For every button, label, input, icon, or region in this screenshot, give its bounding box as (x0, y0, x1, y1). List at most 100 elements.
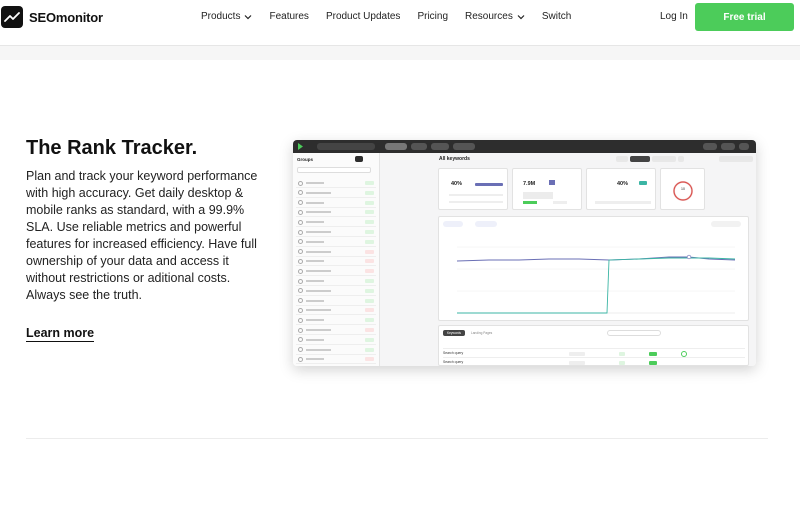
top-navigation: SEOmonitor Products Features Product Upd… (0, 0, 800, 46)
group-name-placeholder (306, 357, 365, 361)
app-top-bar (293, 140, 756, 153)
group-badge (365, 298, 374, 303)
menu-item-pricing[interactable]: Pricing (417, 11, 448, 22)
group-badge (365, 318, 374, 323)
metric-card-opportunity: 10 (660, 168, 705, 210)
keywords-table: Keywords Landing Pages Search query Sear… (438, 325, 749, 366)
sidebar-group-row (296, 277, 376, 286)
menu-item-product-updates[interactable]: Product Updates (326, 11, 401, 22)
metric-value: 7.9M (523, 181, 536, 187)
group-badge (365, 288, 374, 293)
metric-card-visibility: 40% (586, 168, 656, 210)
group-name-placeholder (306, 299, 365, 303)
main-title: All keywords (439, 156, 470, 162)
group-icon (298, 307, 303, 313)
group-icon (298, 239, 303, 245)
app-tab (453, 143, 475, 150)
group-badge (365, 190, 374, 195)
sidebar-group-row (296, 208, 376, 218)
group-badge (365, 210, 374, 215)
menu-item-switch[interactable]: Switch (542, 11, 571, 22)
group-icon (298, 347, 303, 353)
group-name-placeholder (306, 240, 365, 244)
chevron-down-icon (245, 14, 252, 19)
metric-value: 40% (617, 181, 629, 187)
group-icon (298, 249, 303, 255)
sidebar-group-row (296, 297, 376, 306)
date-range (719, 156, 753, 162)
chevron-down-icon (517, 14, 525, 19)
sidebar-title: Groups (297, 157, 314, 162)
group-badge (365, 308, 374, 313)
sidebar-group-row (296, 287, 376, 296)
menu-item-label: Switch (541, 11, 572, 22)
keyword-text: Search query (443, 351, 464, 355)
sidebar-group-row (296, 336, 376, 345)
main-toolbar (616, 156, 686, 162)
sidebar-group-row (296, 199, 376, 208)
group-badge (365, 337, 374, 342)
sidebar-group-row (296, 179, 376, 188)
section-description: Plan and track your keyword performance … (26, 169, 258, 302)
menu-item-products[interactable]: Products (201, 11, 252, 22)
group-name-placeholder (306, 220, 365, 224)
menu-item-label: Products (201, 11, 241, 22)
group-icon (298, 356, 303, 362)
tab-landing-pages: Landing Pages (471, 331, 493, 335)
group-name-placeholder (306, 328, 365, 332)
app-tab (703, 143, 717, 150)
group-name-placeholder (306, 318, 365, 322)
free-trial-button[interactable]: Free trial (695, 3, 794, 31)
main-menu: Products Features Product Updates Pricin… (201, 11, 588, 22)
group-name-placeholder (306, 308, 365, 312)
group-name-placeholder (306, 250, 365, 254)
sidebar-group-row (296, 316, 376, 326)
tab-keywords: Keywords (443, 330, 465, 336)
learn-more-link[interactable]: Learn more (26, 326, 95, 342)
sidebar-search (297, 167, 371, 173)
metric-card-search-volume: 7.9M (512, 168, 582, 210)
group-badge (365, 230, 374, 234)
score-ring-icon (673, 181, 693, 201)
table-row: Search query (443, 357, 745, 366)
app-tab (431, 143, 449, 150)
trend-line-icon (1, 6, 23, 28)
group-badge (365, 357, 374, 362)
logo[interactable]: SEOmonitor (1, 6, 103, 28)
sidebar-group-row (296, 306, 376, 316)
group-name-placeholder (306, 289, 365, 293)
menu-item-resources[interactable]: Resources (465, 11, 525, 22)
menu-item-features[interactable]: Features (269, 11, 308, 22)
group-name-placeholder (306, 191, 365, 195)
group-name-placeholder (306, 181, 365, 185)
group-name-placeholder (306, 338, 365, 342)
group-badge (365, 279, 374, 283)
sidebar-group-row (296, 218, 376, 228)
group-badge (365, 259, 374, 264)
sidebar-group-row (296, 248, 376, 257)
play-icon (298, 143, 303, 150)
sidebar-group-row (296, 228, 376, 237)
main-panel: All keywords 40% 7.9M 40% 10 Keywords La… (380, 153, 756, 366)
group-icon (298, 209, 303, 215)
rank-tracker-screenshot: Groups All keywords 40% 7.9M 40% 10 Keyw… (293, 140, 756, 366)
metric-value: 10 (681, 187, 685, 191)
group-name-placeholder (306, 201, 365, 205)
group-icon (298, 288, 303, 294)
group-badge (365, 249, 374, 254)
group-name-placeholder (306, 259, 365, 263)
metric-value: 40% (451, 181, 463, 187)
group-icon (298, 219, 303, 225)
sidebar-group-row (296, 257, 376, 267)
sidebar-group-row (296, 346, 376, 355)
login-link[interactable]: Log In (660, 11, 688, 22)
group-badge (365, 239, 374, 244)
group-name-placeholder (306, 210, 365, 214)
group-name-placeholder (306, 348, 365, 352)
groups-sidebar: Groups (293, 153, 380, 366)
sidebar-group-row (296, 326, 376, 335)
menu-item-label: Product Updates (325, 11, 401, 22)
menu-item-label: Features (269, 11, 309, 22)
group-badge (365, 200, 374, 205)
section-title: The Rank Tracker. (26, 137, 198, 159)
